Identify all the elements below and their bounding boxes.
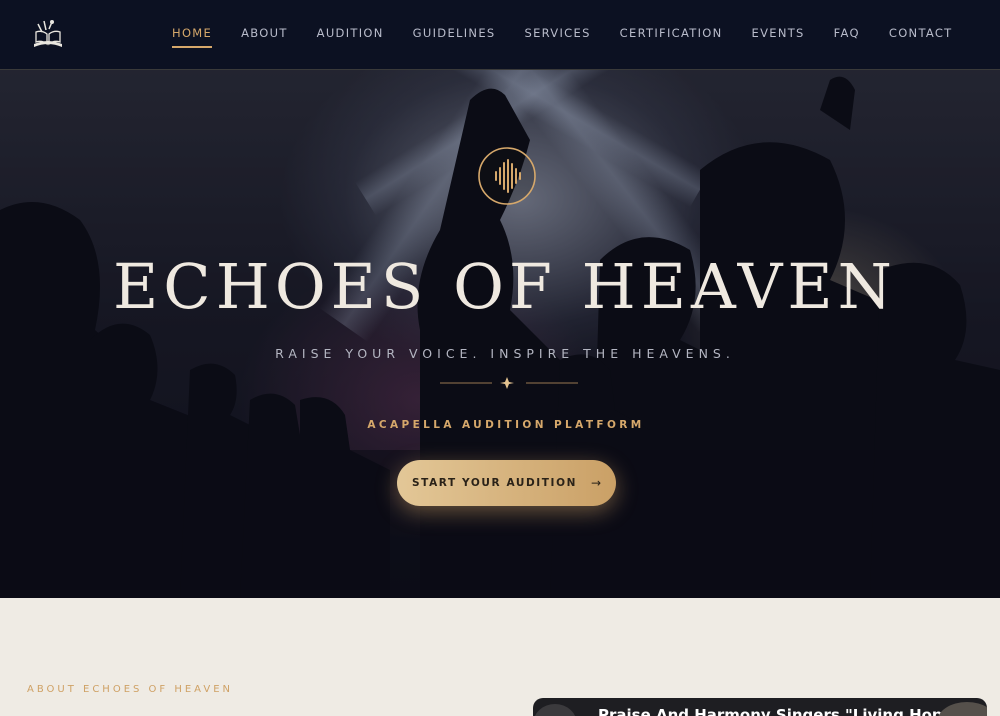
nav-guidelines[interactable]: GUIDELINES — [413, 26, 496, 48]
hero-title: ECHOES OF HEAVEN — [113, 250, 897, 323]
start-audition-button[interactable]: START YOUR AUDITION → — [397, 460, 616, 506]
top-navbar: HOME ABOUT AUDITION GUIDELINES SERVICES … — [0, 0, 1000, 70]
channel-avatar[interactable] — [533, 704, 577, 716]
nav-faq[interactable]: FAQ — [834, 26, 860, 48]
video-thumbnail — [937, 702, 987, 716]
start-audition-label: START YOUR AUDITION — [411, 477, 577, 489]
nav-about[interactable]: ABOUT — [241, 26, 288, 48]
nav-audition[interactable]: AUDITION — [317, 26, 384, 48]
nav-certification[interactable]: CERTIFICATION — [620, 26, 723, 48]
nav-events[interactable]: EVENTS — [752, 26, 805, 48]
about-eyebrow: ABOUT ECHOES OF HEAVEN — [27, 684, 234, 695]
sparkle-icon — [440, 377, 578, 389]
arrow-right-icon: → — [590, 476, 602, 490]
main-menu: HOME ABOUT AUDITION GUIDELINES SERVICES … — [172, 26, 982, 48]
about-section: ABOUT ECHOES OF HEAVEN Praise And Harmon… — [0, 598, 1000, 716]
hero-section: ECHOES OF HEAVEN RAISE YOUR VOICE. INSPI… — [0, 70, 1000, 598]
nav-contact[interactable]: CONTACT — [889, 26, 953, 48]
video-title[interactable]: Praise And Harmony Singers "Living Hope"… — [598, 706, 987, 716]
video-embed[interactable]: Praise And Harmony Singers "Living Hope"… — [533, 698, 987, 716]
soundwave-emblem-icon — [478, 147, 536, 205]
hero-tagline: RAISE YOUR VOICE. INSPIRE THE HEAVENS. — [275, 346, 735, 361]
choir-book-logo-icon[interactable] — [30, 18, 66, 50]
nav-home[interactable]: HOME — [172, 26, 213, 48]
nav-services[interactable]: SERVICES — [524, 26, 590, 48]
hero-subtitle: ACAPELLA AUDITION PLATFORM — [367, 419, 645, 431]
